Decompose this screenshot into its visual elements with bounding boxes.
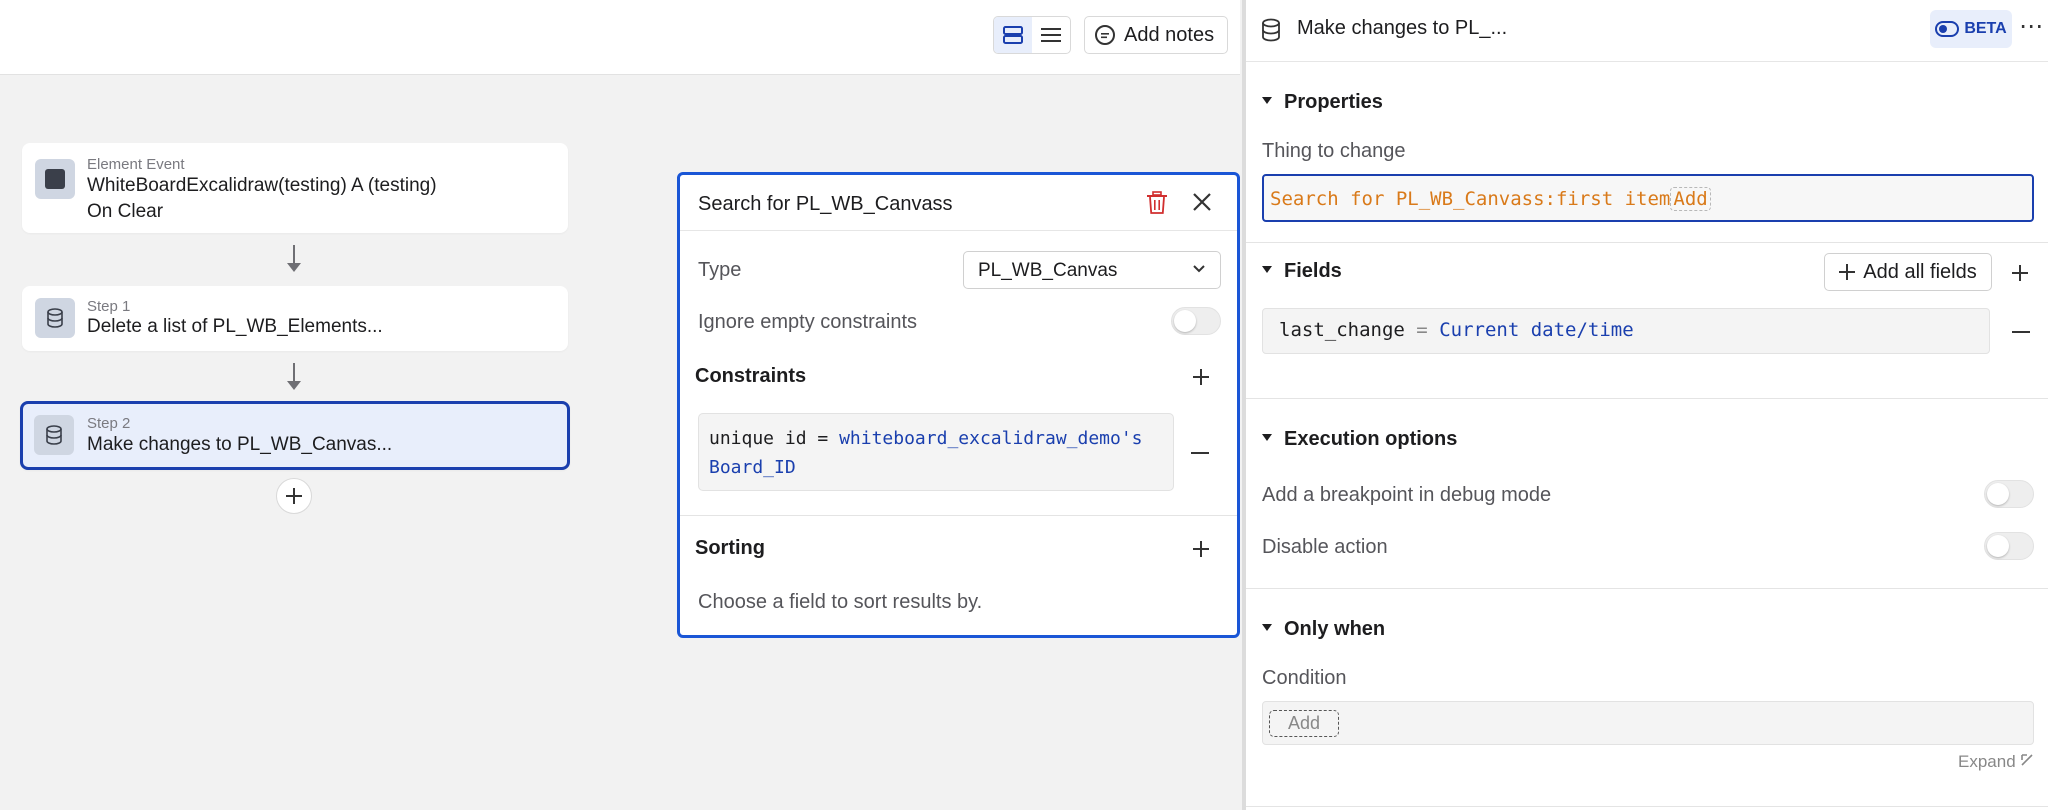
thing-to-change-input[interactable]: Search for PL_WB_Canvass:first item Add bbox=[1262, 174, 2034, 222]
search-popup: Search for PL_WB_Canvass Type PL_WB_Canv… bbox=[677, 172, 1240, 638]
constraint-value: whiteboard_excalidraw_demo's bbox=[839, 428, 1143, 449]
step-2-card[interactable]: Step 2 Make changes to PL_WB_Canvas... bbox=[20, 401, 570, 470]
condition-label: Condition bbox=[1262, 667, 1347, 689]
beta-toggle[interactable]: BETA bbox=[1930, 10, 2012, 48]
list-view-button[interactable] bbox=[1032, 17, 1070, 53]
disable-action-label: Disable action bbox=[1262, 536, 1388, 558]
event-line1: WhiteBoardExcalidraw(testing) A (testing… bbox=[87, 175, 437, 196]
connector-arrowhead bbox=[287, 381, 301, 390]
plus-icon bbox=[1839, 264, 1856, 280]
add-notes-label: Add notes bbox=[1124, 23, 1215, 46]
step-1-label: Delete a list of PL_WB_Elements... bbox=[87, 316, 383, 337]
add-all-fields-button[interactable]: Add all fields bbox=[1824, 253, 1992, 291]
constraint-field: unique id bbox=[709, 428, 807, 449]
breakpoint-label: Add a breakpoint in debug mode bbox=[1262, 484, 1552, 506]
field-row[interactable]: last_change = Current date/time bbox=[1262, 308, 1990, 354]
plus-icon bbox=[2012, 265, 2028, 281]
panel-header: Make changes to PL_... BETA ⋯ bbox=[1246, 0, 2048, 62]
chevron-down-icon bbox=[1193, 265, 1205, 273]
execution-section-toggle[interactable]: Execution options bbox=[1262, 428, 1457, 451]
type-select-value: PL_WB_Canvas bbox=[978, 260, 1118, 281]
list-view-icon bbox=[1041, 28, 1061, 42]
database-icon bbox=[35, 298, 75, 338]
fields-title: Fields bbox=[1284, 260, 1342, 282]
field-operator: = bbox=[1416, 319, 1428, 341]
plus-icon bbox=[286, 488, 302, 504]
toggle-icon bbox=[1935, 21, 1960, 37]
connector-arrow bbox=[293, 245, 295, 263]
close-icon[interactable] bbox=[1191, 191, 1213, 218]
step-2-label: Make changes to PL_WB_Canvas... bbox=[87, 434, 393, 455]
expand-icon bbox=[2021, 754, 2033, 766]
step-1-subtitle: Step 1 bbox=[87, 298, 131, 315]
plus-icon bbox=[1193, 369, 1209, 385]
type-select[interactable]: PL_WB_Canvas bbox=[963, 251, 1221, 289]
condition-input[interactable]: Add bbox=[1262, 701, 2034, 745]
add-field-button[interactable] bbox=[2011, 259, 2029, 287]
canvas-toolbar: Add notes bbox=[0, 0, 1240, 75]
constraint-row[interactable]: unique id = whiteboard_excalidraw_demo's… bbox=[698, 413, 1174, 491]
element-event-icon bbox=[35, 159, 75, 199]
breakpoint-toggle[interactable] bbox=[1984, 480, 2034, 508]
thing-add-button[interactable]: Add bbox=[1670, 187, 1711, 211]
connector-arrowhead bbox=[287, 263, 301, 272]
sorting-title: Sorting bbox=[695, 537, 765, 559]
plus-icon bbox=[1193, 541, 1209, 557]
add-step-button[interactable] bbox=[276, 478, 312, 514]
fields-section-toggle[interactable]: Fields bbox=[1262, 260, 1342, 283]
field-value: Current date/time bbox=[1439, 319, 1634, 341]
properties-panel: Make changes to PL_... BETA ⋯ Properties… bbox=[1242, 0, 2048, 810]
constraint-operator: = bbox=[817, 428, 829, 449]
workflow-canvas: Add notes Element Event WhiteBoardExcali… bbox=[0, 0, 1240, 810]
more-options-button[interactable]: ⋯ bbox=[2019, 12, 2043, 41]
properties-title: Properties bbox=[1284, 91, 1383, 113]
database-icon bbox=[34, 415, 74, 455]
type-label: Type bbox=[698, 259, 742, 281]
card-view-icon bbox=[1003, 26, 1023, 44]
add-notes-button[interactable]: Add notes bbox=[1084, 16, 1228, 54]
expand-label: Expand bbox=[1958, 752, 2016, 771]
step-2-subtitle: Step 2 bbox=[87, 415, 131, 432]
condition-add-button[interactable]: Add bbox=[1269, 710, 1340, 737]
properties-section-toggle[interactable]: Properties bbox=[1262, 91, 1383, 114]
remove-constraint-button[interactable] bbox=[1191, 452, 1209, 454]
constraints-title: Constraints bbox=[695, 365, 807, 387]
step-1-card[interactable]: Step 1 Delete a list of PL_WB_Elements..… bbox=[22, 286, 568, 351]
execution-title: Execution options bbox=[1284, 428, 1458, 450]
only-when-title: Only when bbox=[1284, 618, 1386, 640]
add-all-fields-label: Add all fields bbox=[1863, 260, 1977, 283]
search-popup-header: Search for PL_WB_Canvass bbox=[680, 175, 1237, 231]
event-subtitle: Element Event bbox=[87, 156, 185, 173]
event-line2: On Clear bbox=[87, 201, 164, 222]
add-sort-button[interactable] bbox=[1192, 535, 1210, 563]
view-toggle bbox=[993, 16, 1071, 54]
divider bbox=[680, 515, 1237, 516]
expand-button[interactable]: Expand bbox=[1958, 752, 2034, 772]
trash-icon[interactable] bbox=[1146, 191, 1168, 220]
beta-label: BETA bbox=[1964, 20, 2007, 37]
database-icon bbox=[1260, 18, 1282, 47]
constraint-value-cont: Board_ID bbox=[709, 457, 796, 478]
remove-field-button[interactable] bbox=[2012, 331, 2030, 333]
disable-action-toggle[interactable] bbox=[1984, 532, 2034, 560]
search-popup-title: Search for PL_WB_Canvass bbox=[698, 193, 953, 215]
panel-title: Make changes to PL_... bbox=[1297, 17, 1508, 39]
only-when-section-toggle[interactable]: Only when bbox=[1262, 618, 1385, 641]
event-card[interactable]: Element Event WhiteBoardExcalidraw(testi… bbox=[22, 143, 568, 233]
ignore-empty-label: Ignore empty constraints bbox=[698, 311, 917, 333]
field-name: last_change bbox=[1279, 319, 1405, 341]
thing-to-change-label: Thing to change bbox=[1262, 140, 1406, 162]
ignore-empty-toggle[interactable] bbox=[1171, 307, 1221, 335]
thing-expression: Search for PL_WB_Canvass:first item bbox=[1270, 188, 1671, 210]
sorting-hint: Choose a field to sort results by. bbox=[698, 591, 983, 613]
add-constraint-button[interactable] bbox=[1192, 363, 1210, 391]
card-view-button[interactable] bbox=[994, 17, 1032, 53]
note-icon bbox=[1095, 25, 1115, 45]
connector-arrow bbox=[293, 363, 295, 381]
